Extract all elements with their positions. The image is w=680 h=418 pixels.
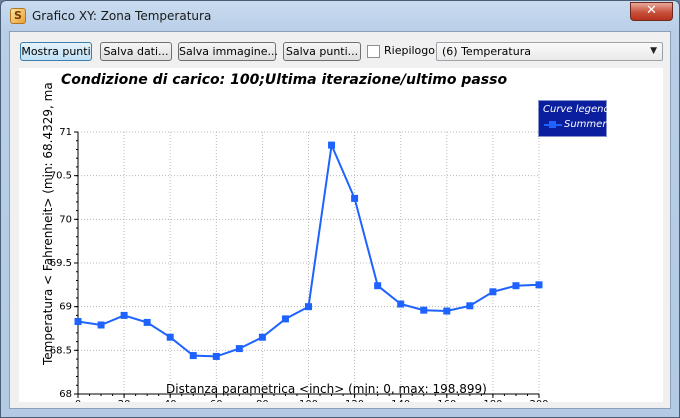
data-point: [443, 307, 451, 315]
x-tick-label: 140: [391, 399, 410, 402]
save-points-button[interactable]: Salva punti...: [283, 42, 361, 61]
x-axis-label: Distanza parametrica <inch> (min: 0, max…: [166, 382, 487, 396]
app-window: S Grafico XY: Zona Temperatura ✕ Mostra …: [0, 0, 680, 418]
y-tick-label: 69: [59, 302, 72, 313]
x-tick-label: 160: [437, 399, 456, 402]
save-image-button[interactable]: Salva immagine...: [178, 42, 278, 61]
x-tick-label: 20: [118, 399, 131, 402]
x-tick-label: 60: [210, 399, 223, 402]
data-point: [97, 321, 105, 329]
legend-entry-summer: Summer: [564, 119, 607, 130]
x-tick-label: 0: [75, 399, 81, 402]
x-tick-label: 100: [299, 399, 318, 402]
y-tick-label: 70: [59, 214, 72, 225]
close-button[interactable]: ✕: [630, 2, 673, 21]
legend-title: Curve legend: [543, 104, 610, 115]
summary-label: Riepilogo: [384, 44, 436, 57]
chart-dialog: Mostra punti Salva dati... Salva immagin…: [9, 31, 671, 409]
data-point: [281, 315, 289, 323]
data-point: [258, 333, 266, 341]
y-tick-label: 71: [59, 127, 72, 138]
result-select-value: (6) Temperatura: [442, 45, 531, 58]
data-point: [512, 282, 520, 290]
data-point: [328, 141, 336, 149]
title-bar[interactable]: S Grafico XY: Zona Temperatura ✕: [1, 1, 679, 31]
x-tick-label: 40: [164, 399, 177, 402]
data-point: [374, 282, 382, 290]
data-point: [212, 352, 220, 360]
result-select[interactable]: (6) Temperatura ▼: [436, 42, 663, 61]
x-tick-label: 200: [529, 399, 548, 402]
window-title: Grafico XY: Zona Temperatura: [32, 9, 212, 23]
toolbar: Mostra punti Salva dati... Salva immagin…: [10, 32, 670, 68]
chevron-down-icon: ▼: [650, 46, 657, 56]
data-point: [189, 352, 197, 360]
data-point: [466, 302, 474, 310]
save-data-button[interactable]: Salva dati...: [100, 42, 172, 61]
data-point: [120, 311, 128, 319]
plot-title: Condizione di carico: 100;Ultima iterazi…: [61, 72, 508, 88]
data-point: [397, 300, 405, 308]
x-tick-label: 180: [483, 399, 502, 402]
data-point: [143, 318, 151, 326]
legend-marker: [549, 121, 556, 128]
show-points-button[interactable]: Mostra punti: [20, 42, 92, 61]
data-point: [166, 333, 174, 341]
data-point: [420, 306, 428, 314]
summary-checkbox[interactable]: [367, 45, 380, 58]
data-point: [235, 345, 243, 353]
app-icon: S: [10, 8, 26, 24]
x-tick-label: 120: [345, 399, 364, 402]
data-point: [489, 288, 497, 296]
curve-legend: Curve legend Summer: [538, 100, 610, 137]
y-axis-label: Temperatura < Fahrenheit> (min: 68.4329,…: [41, 82, 55, 365]
data-point: [74, 318, 82, 326]
data-point: [305, 303, 312, 311]
data-point: [351, 194, 359, 202]
plot-area: 0204060801001201401601802006868.56969.57…: [19, 68, 663, 402]
close-icon: ✕: [646, 3, 657, 18]
x-tick-label: 80: [256, 399, 269, 402]
data-point: [535, 281, 543, 289]
y-tick-label: 68: [59, 389, 72, 400]
